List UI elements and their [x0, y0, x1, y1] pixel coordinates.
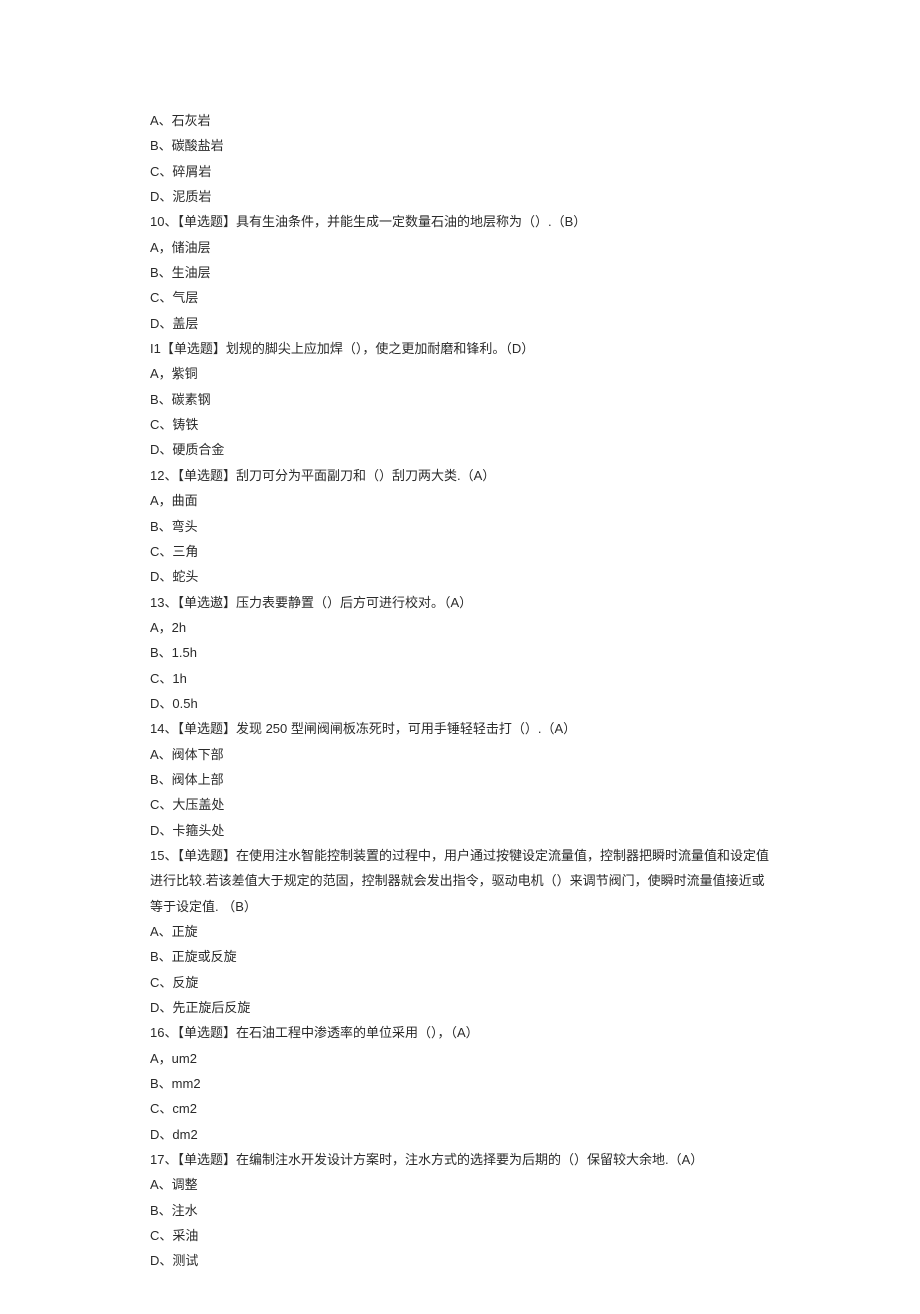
text-line: C、大压盖处 [150, 792, 770, 817]
text-line: B、阀体上部 [150, 767, 770, 792]
text-line: 12、【单选题】刮刀可分为平面副刀和（）刮刀两大类.（A） [150, 463, 770, 488]
text-line: C、碎屑岩 [150, 159, 770, 184]
text-line: A，储油层 [150, 235, 770, 260]
text-line: B、正旋或反旋 [150, 944, 770, 969]
text-line: B、碳酸盐岩 [150, 133, 770, 158]
text-line: B、弯头 [150, 514, 770, 539]
text-line: A、石灰岩 [150, 108, 770, 133]
text-line: 14、【单选题】发现 250 型闸阀闸板冻死时，可用手锤轻轻击打（）.（A） [150, 716, 770, 741]
text-line: C、1h [150, 666, 770, 691]
text-line: C、气层 [150, 285, 770, 310]
document-body: A、石灰岩B、碳酸盐岩C、碎屑岩D、泥质岩10、【单选题】具有生油条件，并能生成… [150, 108, 770, 1274]
text-line: D、0.5h [150, 691, 770, 716]
text-line: A、正旋 [150, 919, 770, 944]
text-line: B、1.5h [150, 640, 770, 665]
text-line: 15、【单选题】在使用注水智能控制装置的过程中，用户通过按犍设定流量值，控制器把… [150, 843, 770, 919]
text-line: D、盖层 [150, 311, 770, 336]
text-line: I1【单选题】划规的脚尖上应加焊（），使之更加耐磨和锋利。（D） [150, 336, 770, 361]
text-line: C、铸铁 [150, 412, 770, 437]
text-line: C、反旋 [150, 970, 770, 995]
text-line: D、蛇头 [150, 564, 770, 589]
text-line: A，紫铜 [150, 361, 770, 386]
text-line: D、测试 [150, 1248, 770, 1273]
text-line: A，2h [150, 615, 770, 640]
text-line: D、卡箍头处 [150, 818, 770, 843]
text-line: B、mm2 [150, 1071, 770, 1096]
text-line: A、阀体下部 [150, 742, 770, 767]
text-line: B、生油层 [150, 260, 770, 285]
text-line: 17、【单选题】在编制注水开发设计方案时，注水方式的选择要为后期的（）保留较大余… [150, 1147, 770, 1172]
text-line: 13、【单选遨】压力表要静置（）后方可进行校对。（A） [150, 590, 770, 615]
text-line: 10、【单选题】具有生油条件，并能生成一定数量石油的地层称为（）.（B） [150, 209, 770, 234]
text-line: 16、【单选题】在石油工程中渗透率的单位采用（），（A） [150, 1020, 770, 1045]
text-line: D、泥质岩 [150, 184, 770, 209]
text-line: A，um2 [150, 1046, 770, 1071]
text-line: A、调整 [150, 1172, 770, 1197]
text-line: C、三角 [150, 539, 770, 564]
text-line: B、注水 [150, 1198, 770, 1223]
text-line: D、硬质合金 [150, 437, 770, 462]
text-line: C、cm2 [150, 1096, 770, 1121]
text-line: D、dm2 [150, 1122, 770, 1147]
text-line: A，曲面 [150, 488, 770, 513]
text-line: B、碳素钢 [150, 387, 770, 412]
text-line: D、先正旋后反旋 [150, 995, 770, 1020]
text-line: C、采油 [150, 1223, 770, 1248]
